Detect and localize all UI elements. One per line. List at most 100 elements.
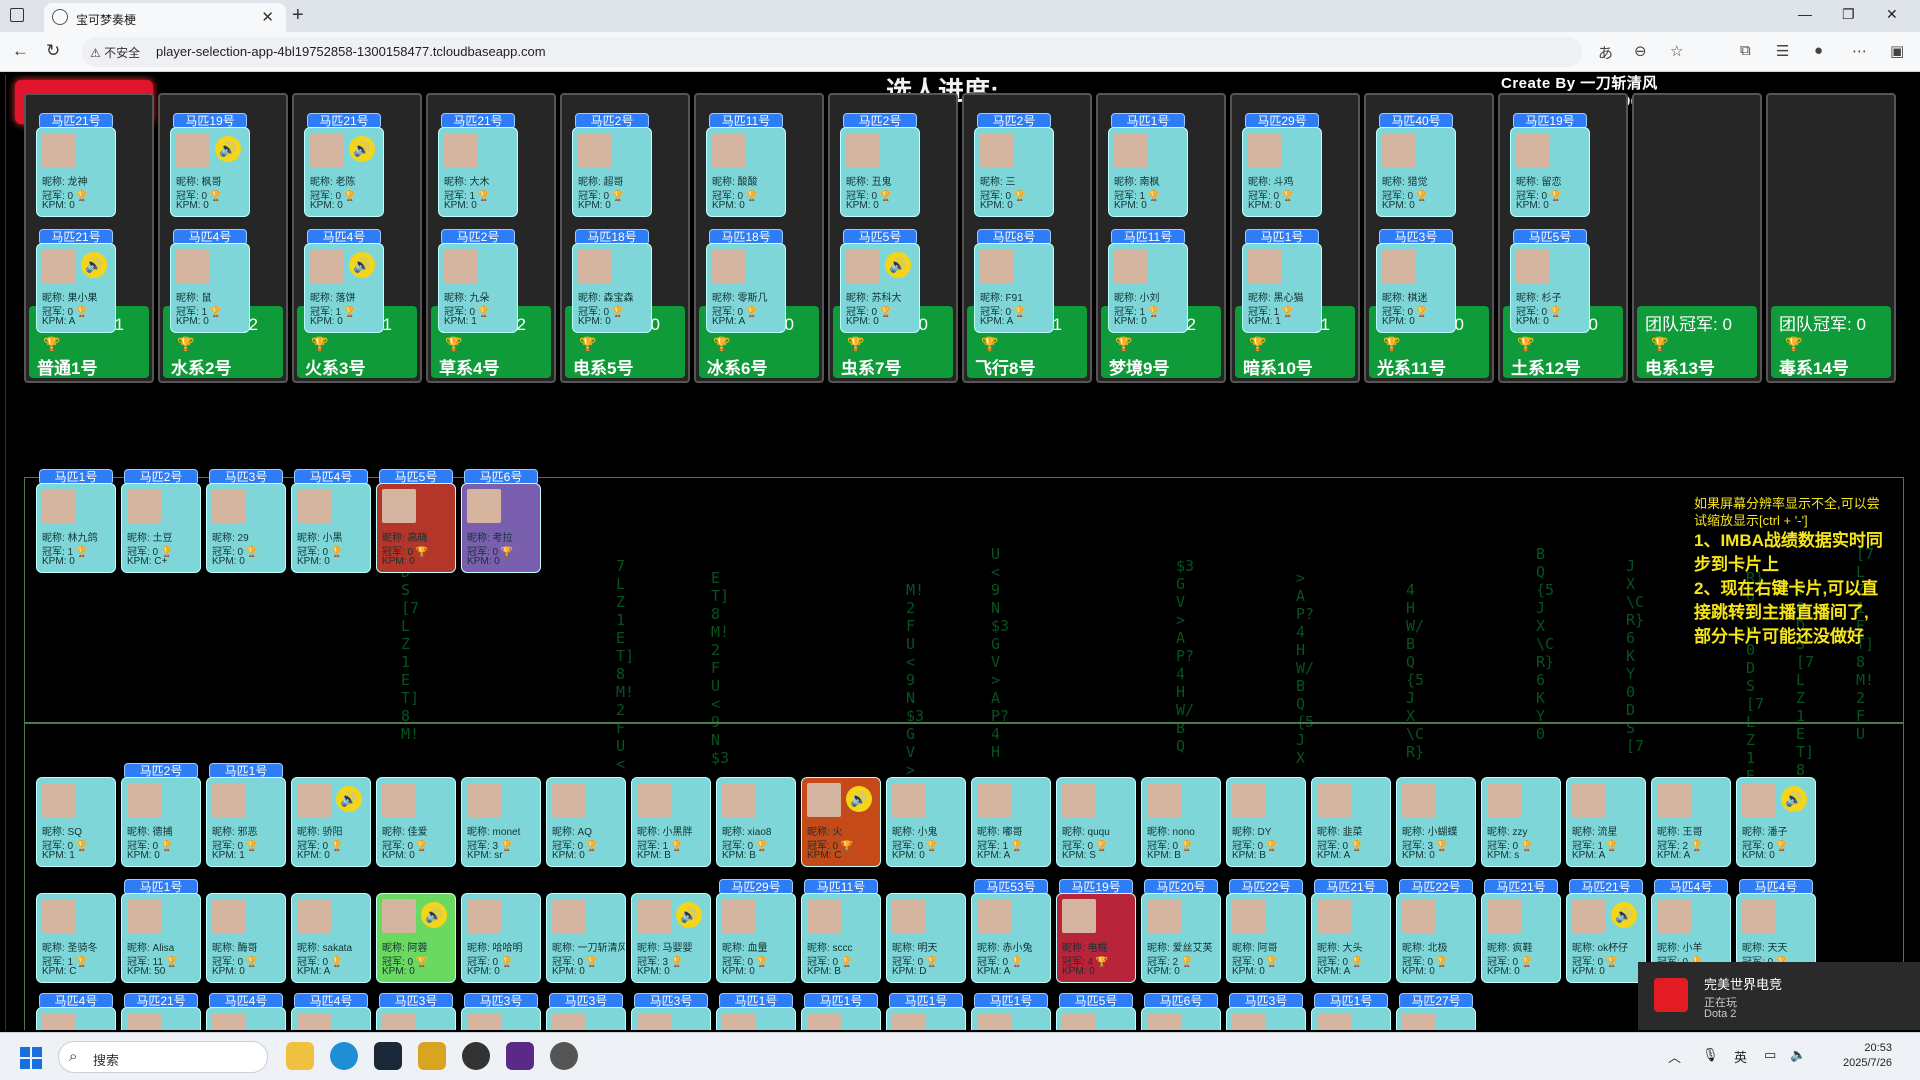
zoom-icon[interactable]: ⊖ [1634, 42, 1647, 60]
player-card[interactable]: 昵称: 嘟哥 冠军: 1 🏆 KPM: A [971, 777, 1051, 867]
steam-icon[interactable] [374, 1042, 402, 1070]
player-card[interactable] [1226, 1007, 1306, 1030]
player-card[interactable]: 昵称: sakata 冠军: 0 🏆 KPM: A [291, 893, 371, 983]
player-card[interactable] [1396, 1007, 1476, 1030]
player-card[interactable]: 昵称: 三冠军: 0 🏆 KPM: 0 [974, 127, 1054, 217]
app-icon-purple[interactable] [506, 1042, 534, 1070]
speaker-icon[interactable]: 🔊 [421, 902, 447, 928]
favorites-bar-icon[interactable]: ☰ [1776, 42, 1789, 60]
player-card[interactable]: 昵称: 丑鬼 冠军: 0 🏆 KPM: 0 [840, 127, 920, 217]
player-card[interactable]: 🔊 昵称: 火冠军: 0 🏆 KPM: C [801, 777, 881, 867]
file-explorer-icon[interactable] [286, 1042, 314, 1070]
more-menu-icon[interactable]: ⋯ [1852, 42, 1867, 60]
taskbar-search[interactable]: ⌕ 搜索 [58, 1041, 268, 1073]
speaker-icon[interactable]: 🔊 [1781, 786, 1807, 812]
player-card[interactable]: 昵称: 佳爱 冠军: 0 🏆 KPM: 0 [376, 777, 456, 867]
security-warning[interactable]: ⚠ 不安全 [90, 44, 140, 61]
player-card[interactable]: 昵称: monet 冠军: 3 🏆 KPM: sr [461, 777, 541, 867]
player-card[interactable]: 🔊 昵称: 落饼 冠军: 1 🏆 KPM: 0 [304, 243, 384, 333]
player-card[interactable]: 昵称: 赤小兔 冠军: 0 🏆 KPM: A [971, 893, 1051, 983]
player-card[interactable] [886, 1007, 966, 1030]
player-card[interactable] [1311, 1007, 1391, 1030]
player-card[interactable]: 昵称: 棋迷 冠军: 0 🏆 KPM: 0 [1376, 243, 1456, 333]
favorite-icon[interactable]: ☆ [1670, 42, 1683, 60]
player-card[interactable]: 昵称: 电棍 冠军: 4 🏆 KPM: 0 [1056, 893, 1136, 983]
player-card[interactable]: 昵称: 疯鞋 冠军: 0 🏆 KPM: 0 [1481, 893, 1561, 983]
volume-icon[interactable]: 🔈 [1790, 1047, 1806, 1063]
player-card[interactable]: 昵称: 高晓 冠军: 0 🏆 KPM: 0 [376, 483, 456, 573]
player-card[interactable]: 昵称: 小鬼 冠军: 0 🏆 KPM: 0 [886, 777, 966, 867]
player-card[interactable]: 昵称: 鼠冠军: 1 🏆 KPM: 0 [170, 243, 250, 333]
notification-toast[interactable]: 完美世界电竞 正在玩 Dota 2 [1638, 962, 1920, 1030]
speaker-icon[interactable]: 🔊 [676, 902, 702, 928]
player-card[interactable]: 昵称: 阿哥 冠军: 0 🏆 KPM: 0 [1226, 893, 1306, 983]
player-card[interactable]: 昵称: DY 冠军: 0 🏆 KPM: B [1226, 777, 1306, 867]
extensions-icon[interactable]: ⧉ [1740, 42, 1751, 59]
player-card[interactable]: 昵称: 29 冠军: 0 🏆 KPM: 0 [206, 483, 286, 573]
player-card[interactable]: 昵称: 超哥 冠军: 0 🏆 KPM: 0 [572, 127, 652, 217]
player-card[interactable] [206, 1007, 286, 1030]
player-card[interactable]: 昵称: 斗鸡 冠军: 0 🏆 KPM: 0 [1242, 127, 1322, 217]
close-window-icon[interactable]: ✕ [1886, 6, 1898, 23]
player-card[interactable]: 🔊 昵称: 果小果 冠军: 0 🏆 KPM: A [36, 243, 116, 333]
url-field[interactable]: ⚠ 不安全 player-selection-app-4bl19752858-1… [82, 37, 1582, 67]
player-card[interactable]: 昵称: 明天 冠军: 0 🏆 KPM: D [886, 893, 966, 983]
player-card[interactable]: 昵称: 小刘 冠军: 1 🏆 KPM: 0 [1108, 243, 1188, 333]
player-card[interactable] [716, 1007, 796, 1030]
player-card[interactable]: 昵称: 一刀斩清风 冠军: 0 🏆 KPM: 0 [546, 893, 626, 983]
player-card[interactable]: 昵称: 大头 冠军: 0 🏆 KPM: A [1311, 893, 1391, 983]
speaker-icon[interactable]: 🔊 [1611, 902, 1637, 928]
player-card[interactable]: 🔊 昵称: 苏科大 冠军: 0 🏆 KPM: 0 [840, 243, 920, 333]
player-card[interactable]: 昵称: F91 冠军: 0 🏆 KPM: A [974, 243, 1054, 333]
speaker-icon[interactable]: 🔊 [885, 252, 911, 278]
player-card[interactable] [461, 1007, 541, 1030]
player-card[interactable]: 昵称: 小蝴蝶 冠军: 3 🏆 KPM: 0 [1396, 777, 1476, 867]
app-icon-game[interactable] [550, 1042, 578, 1070]
player-card[interactable] [631, 1007, 711, 1030]
player-card[interactable]: 昵称: 九朵 冠军: 0 🏆 KPM: 1 [438, 243, 518, 333]
player-card[interactable]: 昵称: 爱丝艾芙 冠军: 2 🏆 KPM: 0 [1141, 893, 1221, 983]
player-card[interactable]: 🔊 昵称: 老陈 冠军: 0 🏆 KPM: 0 [304, 127, 384, 217]
new-tab-button[interactable]: + [292, 4, 304, 27]
player-card[interactable]: 昵称: 酶哥 冠军: 0 🏆 KPM: 0 [206, 893, 286, 983]
player-card[interactable]: 昵称: 龙神 冠军: 0 🏆 KPM: 0 [36, 127, 116, 217]
speaker-icon[interactable]: 🔊 [81, 252, 107, 278]
player-card[interactable]: 昵称: 留恋 冠军: 0 🏆 KPM: 0 [1510, 127, 1590, 217]
player-card[interactable]: 昵称: 哈哈明 冠军: 0 🏆 KPM: 0 [461, 893, 541, 983]
windows-start-icon[interactable] [20, 1047, 42, 1069]
player-card[interactable]: 昵称: 酸酸 冠军: 0 🏆 KPM: 0 [706, 127, 786, 217]
player-card[interactable]: 昵称: zzy 冠军: 0 🏆 KPM: s [1481, 777, 1561, 867]
translate-icon[interactable]: あ [1598, 42, 1613, 63]
player-card[interactable]: 昵称: Alisa 冠军: 11 🏆 KPM: 50 [121, 893, 201, 983]
player-card[interactable]: 昵称: 流星 冠军: 1 🏆 KPM: A [1566, 777, 1646, 867]
microphone-icon[interactable]: 🎙 [1702, 1047, 1719, 1063]
sidebar-toggle-icon[interactable] [10, 8, 24, 22]
network-icon[interactable]: ▭ [1764, 1047, 1776, 1063]
edge-browser-icon[interactable] [330, 1042, 358, 1070]
player-card[interactable]: 昵称: 猎觉 冠军: 0 🏆 KPM: 0 [1376, 127, 1456, 217]
player-card[interactable] [801, 1007, 881, 1030]
close-tab-icon[interactable]: ✕ [261, 8, 274, 26]
profile-avatar[interactable]: ● [1814, 42, 1823, 59]
player-card[interactable]: 🔊 昵称: 潘子 冠军: 0 🏆 KPM: 0 [1736, 777, 1816, 867]
player-card[interactable]: 昵称: sccc 冠军: 0 🏆 KPM: B [801, 893, 881, 983]
player-card[interactable] [36, 1007, 116, 1030]
player-card[interactable] [121, 1007, 201, 1030]
player-card[interactable]: 昵称: nono 冠军: 0 🏆 KPM: B [1141, 777, 1221, 867]
speaker-icon[interactable]: 🔊 [349, 136, 375, 162]
player-card[interactable]: 昵称: 黑心猫 冠军: 1 🏆 KPM: 1 [1242, 243, 1322, 333]
player-card[interactable]: 🔊 昵称: 枫哥 冠军: 0 🏆 KPM: 0 [170, 127, 250, 217]
player-card[interactable]: 昵称: 大木 冠军: 1 🏆 KPM: 0 [438, 127, 518, 217]
player-card[interactable]: 昵称: 南枫 冠军: 1 🏆 KPM: 0 [1108, 127, 1188, 217]
player-card[interactable] [546, 1007, 626, 1030]
player-card[interactable]: 昵称: 小黑 冠军: 0 🏆 KPM: 0 [291, 483, 371, 573]
player-card[interactable]: 🔊 昵称: 马婴婴 冠军: 3 🏆 KPM: 0 [631, 893, 711, 983]
player-card[interactable]: 昵称: 考拉 冠军: 0 🏆 KPM: 0 [461, 483, 541, 573]
player-card[interactable]: 昵称: AQ 冠军: 0 🏆 KPM: 0 [546, 777, 626, 867]
restore-icon[interactable]: ❐ [1842, 6, 1855, 23]
speaker-icon[interactable]: 🔊 [215, 136, 241, 162]
app-icon-chat[interactable] [462, 1042, 490, 1070]
player-card[interactable] [971, 1007, 1051, 1030]
player-card[interactable]: 昵称: 德捕 冠军: 0 🏆 KPM: 0 [121, 777, 201, 867]
player-card[interactable]: 昵称: 土豆 冠军: 0 🏆 KPM: C+ [121, 483, 201, 573]
